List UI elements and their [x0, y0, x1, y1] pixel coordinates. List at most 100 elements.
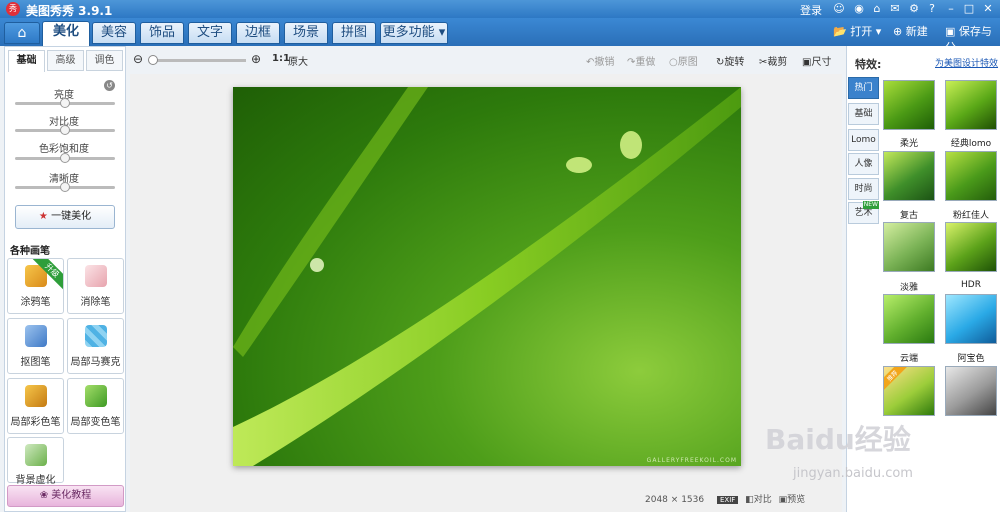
tab-text[interactable]: 文字 [188, 22, 232, 44]
image-toolbar: ⊖ ⊕ 1:1 原大 ↶撤销 ↷重做 ○原图 ↻旋转 ✂裁剪 ▣尺寸 [130, 46, 842, 74]
size-button[interactable]: ▣尺寸 [802, 53, 831, 68]
effect-thumb-hdr[interactable] [945, 222, 997, 272]
color-brush-button[interactable]: 局部彩色笔 [7, 378, 64, 434]
mosaic-brush-button[interactable]: 局部马赛克 [67, 318, 124, 374]
tab-more[interactable]: 更多功能 ▾ [380, 22, 448, 44]
mail-icon[interactable]: ✉ [888, 2, 902, 16]
rotate-button[interactable]: ↻旋转 [716, 53, 744, 68]
home-tab[interactable]: ⌂ [4, 22, 40, 44]
photo-canvas[interactable]: GALLERYFREEKOIL.COM [233, 87, 741, 466]
zoom-knob[interactable] [148, 55, 158, 65]
preview-label: 预览 [787, 495, 806, 505]
save-icon: ▣ [945, 25, 956, 38]
redo-button[interactable]: ↷重做 [627, 53, 655, 68]
preview-button[interactable]: ▣预览 [779, 495, 806, 505]
effect-thumb-recommended[interactable]: 推荐 [883, 366, 935, 416]
slider-knob[interactable] [60, 153, 70, 163]
tab-accessories[interactable]: 饰品 [140, 22, 184, 44]
effect-thumb-soft-light[interactable] [883, 80, 935, 130]
settings-icon[interactable]: ⚙ [907, 2, 921, 16]
photo-watermark: GALLERYFREEKOIL.COM [646, 457, 737, 464]
slider-knob[interactable] [60, 125, 70, 135]
minimize-icon[interactable]: – [944, 2, 958, 16]
login-link[interactable]: 登录 [800, 2, 822, 18]
brushes-title: 各种画笔 [10, 246, 50, 257]
zoom-out-icon[interactable]: ⊖ [133, 52, 143, 66]
exif-button[interactable]: EXIF [716, 496, 739, 504]
effect-thumb-retro[interactable] [883, 151, 935, 201]
zoom-slider[interactable] [148, 55, 246, 65]
effect-label-elegant: 淡雅 [899, 283, 918, 293]
magic-wand-icon: ★ [38, 211, 48, 222]
slider-knob[interactable] [60, 182, 70, 192]
effect-thumb-abao[interactable] [945, 294, 997, 344]
subtab-basic[interactable]: 基础 [8, 50, 45, 72]
actual-size-label[interactable]: 原大 [288, 53, 308, 68]
cutout-brush-button[interactable]: 抠图笔 [7, 318, 64, 374]
brightness-slider[interactable] [15, 98, 115, 108]
effect-label-classic-lomo: 经典lomo [950, 139, 992, 149]
effect-cat-basic[interactable]: 基础 [848, 103, 879, 125]
contrast-slider[interactable] [15, 125, 115, 135]
effect-thumb-pink-lady[interactable] [945, 151, 997, 201]
tab-beautify[interactable]: 美化 [42, 21, 90, 46]
slider-knob[interactable] [60, 98, 70, 108]
effect-label-cloud: 云端 [899, 354, 918, 364]
qq-icon[interactable]: ☺ [832, 2, 846, 16]
open-button[interactable]: 📂 打开 ▾ [833, 23, 881, 39]
one-click-beautify-button[interactable]: ★ 一键美化 [15, 205, 115, 229]
original-button[interactable]: ○原图 [669, 53, 698, 68]
design-effect-link[interactable]: 为美图设计特效 [935, 56, 999, 69]
effect-thumb-cloud[interactable] [883, 294, 935, 344]
tab-scene[interactable]: 场景 [284, 22, 328, 44]
saturation-slider[interactable] [15, 153, 115, 163]
renren-icon[interactable]: ⌂ [870, 2, 884, 16]
cutout-brush-label: 抠图笔 [20, 357, 51, 368]
crop-button[interactable]: ✂裁剪 [759, 53, 787, 68]
tab-more-label: 更多功能 [382, 25, 435, 40]
effect-cat-art[interactable]: 艺术 NEW [848, 201, 879, 224]
close-icon[interactable]: ✕ [981, 2, 995, 16]
doodle-brush-button[interactable]: 升级 涂鸦笔 [7, 258, 64, 314]
effect-cat-lomo[interactable]: Lomo [848, 129, 879, 151]
preview-icon: ▣ [778, 495, 788, 505]
effect-label-soft-light: 柔光 [899, 139, 918, 149]
undo-button[interactable]: ↶撤销 [586, 53, 614, 68]
tab-beauty[interactable]: 美容 [92, 22, 136, 44]
redo-label: 重做 [635, 57, 656, 68]
effect-label-retro: 复古 [899, 211, 918, 221]
eraser-brush-button[interactable]: 消除笔 [67, 258, 124, 314]
effect-cat-portrait[interactable]: 人像 [848, 153, 879, 175]
main-tab-bar: ⌂ 美化 美容 饰品 文字 边框 场景 拼图 更多功能 ▾ 📂 打开 ▾ ⊕ 新… [0, 18, 1000, 54]
compare-button[interactable]: ◧对比 [745, 495, 772, 505]
tutorial-icon: ❀ [39, 490, 49, 501]
recolor-brush-button[interactable]: 局部变色笔 [67, 378, 124, 434]
tutorial-button[interactable]: ❀ 美化教程 [7, 485, 124, 507]
new-label: 新建 [905, 25, 928, 38]
times-symbol: × [670, 495, 679, 505]
new-badge: NEW [862, 201, 879, 209]
compare-icon: ◧ [745, 495, 754, 505]
weibo-icon[interactable]: ◉ [852, 2, 866, 16]
zoom-in-icon[interactable]: ⊕ [251, 52, 261, 66]
background-blur-button[interactable]: 背景虚化 [7, 437, 64, 486]
folder-icon: 📂 [833, 25, 847, 38]
background-blur-label: 背景虚化 [15, 475, 56, 486]
subtab-color[interactable]: 调色 [86, 50, 123, 71]
effect-thumb-grayscale[interactable] [945, 366, 997, 416]
effect-thumb-classic-lomo[interactable] [945, 80, 997, 130]
size-label: 尺寸 [811, 57, 832, 68]
help-icon[interactable]: ? [925, 2, 939, 16]
new-button[interactable]: ⊕ 新建 [893, 23, 928, 39]
tab-frame[interactable]: 边框 [236, 22, 280, 44]
tab-collage[interactable]: 拼图 [332, 22, 376, 44]
recommended-badge: 推荐 [884, 367, 911, 395]
title-bar: 秀 美图秀秀 3.9.1 登录 ☺ ◉ ⌂ ✉ ⚙ ? – □ ✕ [0, 0, 1000, 18]
effect-cat-hot[interactable]: 热门 [848, 77, 879, 99]
subtab-advanced[interactable]: 高级 [47, 50, 84, 71]
sharpness-slider[interactable] [15, 182, 115, 192]
effect-cat-fashion[interactable]: 时尚 [848, 178, 879, 200]
maximize-icon[interactable]: □ [962, 2, 976, 16]
effect-thumb-elegant[interactable] [883, 222, 935, 272]
canvas-area: GALLERYFREEKOIL.COM 2048 × 1536 EXIF ◧对比… [130, 74, 842, 512]
